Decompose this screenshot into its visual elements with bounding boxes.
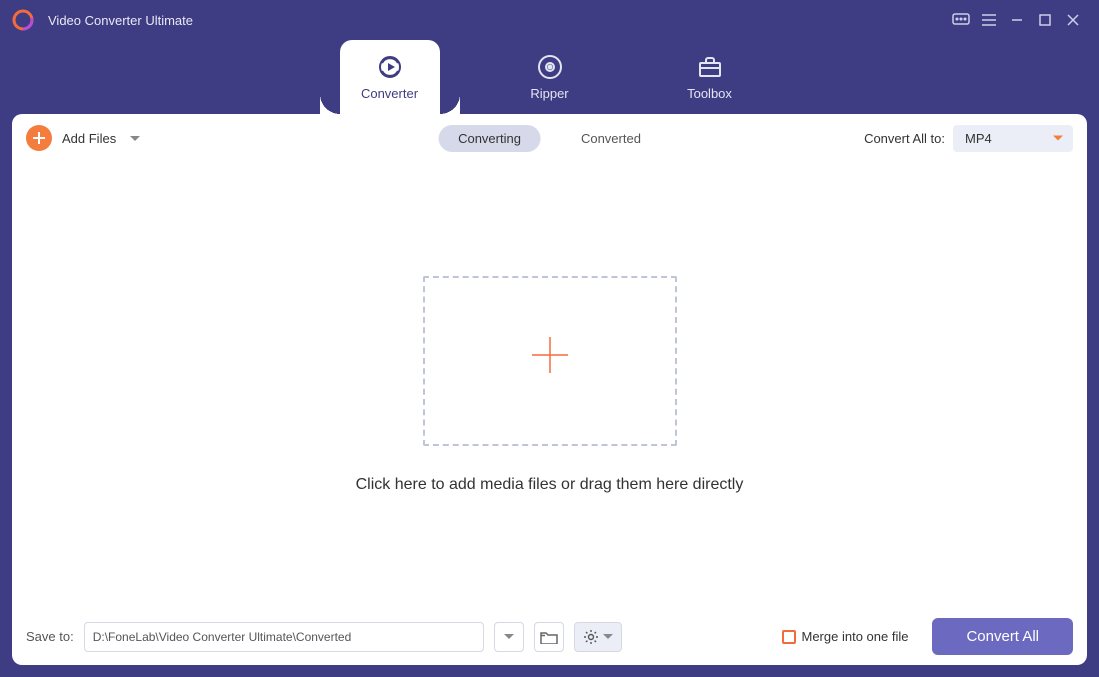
add-files-label[interactable]: Add Files [62, 131, 116, 146]
merge-checkbox[interactable]: Merge into one file [782, 629, 909, 644]
chevron-down-icon [1053, 136, 1063, 141]
folder-icon [540, 630, 558, 644]
titlebar: Video Converter Ultimate [0, 0, 1099, 40]
add-media-dropzone[interactable] [423, 276, 677, 446]
menu-icon[interactable] [975, 6, 1003, 34]
tab-converter[interactable]: Converter [340, 40, 440, 114]
open-folder-button[interactable] [534, 622, 564, 652]
settings-button[interactable] [574, 622, 622, 652]
subtab-converted[interactable]: Converted [561, 125, 661, 152]
app-title: Video Converter Ultimate [48, 13, 193, 28]
maximize-icon[interactable] [1031, 6, 1059, 34]
converter-icon [376, 54, 404, 80]
dropzone-hint: Click here to add media files or drag th… [356, 476, 744, 494]
subtab-converting[interactable]: Converting [438, 125, 541, 152]
tab-label: Ripper [530, 86, 568, 101]
add-files-button[interactable] [26, 125, 52, 151]
save-path-value: D:\FoneLab\Video Converter Ultimate\Conv… [93, 630, 352, 644]
dropzone-area: Click here to add media files or drag th… [12, 162, 1087, 607]
plus-icon [526, 331, 574, 390]
gear-icon [583, 629, 599, 645]
tab-label: Toolbox [687, 86, 732, 101]
checkbox-box-icon [782, 630, 796, 644]
feedback-icon[interactable] [947, 6, 975, 34]
convert-all-to-label: Convert All to: [864, 131, 945, 146]
app-logo-icon [12, 9, 34, 31]
merge-label: Merge into one file [802, 629, 909, 644]
ripper-icon [536, 54, 564, 80]
panel-toolbar: Add Files Converting Converted Convert A… [12, 114, 1087, 162]
add-files-dropdown-icon[interactable] [130, 136, 140, 141]
tab-toolbox[interactable]: Toolbox [660, 40, 760, 114]
bottom-bar: Save to: D:\FoneLab\Video Converter Ulti… [12, 607, 1087, 665]
save-to-label: Save to: [26, 629, 74, 644]
chevron-down-icon [603, 634, 613, 639]
convert-all-button[interactable]: Convert All [932, 618, 1073, 655]
close-icon[interactable] [1059, 6, 1087, 34]
toolbox-icon [696, 54, 724, 80]
main-panel: Add Files Converting Converted Convert A… [12, 114, 1087, 665]
minimize-icon[interactable] [1003, 6, 1031, 34]
tab-ripper[interactable]: Ripper [500, 40, 600, 114]
output-format-select[interactable]: MP4 [953, 125, 1073, 152]
main-nav: Converter Ripper Toolbox [0, 40, 1099, 114]
save-path-field[interactable]: D:\FoneLab\Video Converter Ultimate\Conv… [84, 622, 484, 652]
tab-label: Converter [361, 86, 418, 101]
save-path-dropdown[interactable] [494, 622, 524, 652]
selected-format: MP4 [965, 131, 992, 146]
chevron-down-icon [504, 634, 514, 639]
